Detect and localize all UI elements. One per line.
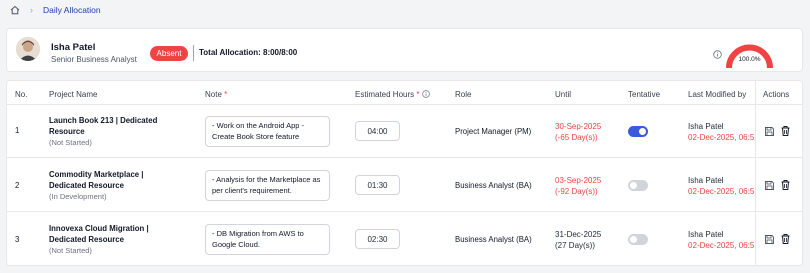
col-role: Role — [455, 90, 472, 99]
trash-icon[interactable] — [780, 125, 791, 136]
tentative-toggle[interactable] — [628, 234, 648, 245]
chevron-right-icon: › — [30, 5, 33, 15]
row-number: 3 — [15, 235, 20, 244]
last-modified: Isha Patel 02-Dec-2025, 06:5 — [688, 229, 754, 251]
until-days: (-65 Day(s)) — [555, 133, 598, 142]
divider — [755, 81, 756, 265]
status-badge: Absent — [150, 46, 188, 61]
note-field[interactable]: - Analysis for the Marketplace as per cl… — [205, 170, 330, 201]
divider — [193, 45, 194, 61]
last-modified: Isha Patel 02-Dec-2025, 06:5 — [688, 121, 754, 143]
info-icon[interactable] — [422, 90, 430, 100]
trash-icon[interactable] — [780, 233, 791, 244]
modified-by: Isha Patel — [688, 230, 724, 239]
col-actions: Actions — [763, 90, 790, 99]
row-number: 2 — [15, 181, 20, 190]
modified-by: Isha Patel — [688, 176, 724, 185]
role-label: Project Manager (PM) — [455, 127, 532, 136]
employee-name: Isha Patel — [51, 42, 96, 53]
divider — [7, 211, 802, 212]
project-name: Launch Book 213 | Dedicated Resource — [49, 116, 158, 136]
home-icon[interactable] — [10, 5, 20, 15]
until-date: 03-Sep-2025 (-92 Day(s)) — [555, 175, 601, 197]
divider — [756, 104, 802, 105]
project-name: Innovexa Cloud Migration | Dedicated Res… — [49, 224, 149, 244]
col-project-name: Project Name — [49, 90, 98, 99]
until-date-text: 31-Dec-2025 — [555, 230, 602, 239]
role-label: Business Analyst (BA) — [455, 235, 532, 244]
modified-date: 02-Dec-2025, 06:5 — [688, 187, 755, 196]
modified-date: 02-Dec-2025, 06:5 — [688, 241, 755, 250]
trash-icon[interactable] — [780, 179, 791, 190]
project-status: (Not Started) — [49, 138, 92, 147]
last-modified: Isha Patel 02-Dec-2025, 06:5 — [688, 175, 754, 197]
col-tentative: Tentative — [628, 90, 661, 99]
tentative-toggle[interactable] — [628, 126, 648, 137]
hours-input[interactable]: 04:00 — [355, 121, 400, 141]
avatar — [16, 37, 40, 61]
row-number: 1 — [15, 126, 20, 135]
tentative-toggle[interactable] — [628, 180, 648, 191]
project-status: (In Development) — [49, 192, 107, 201]
modified-by: Isha Patel — [688, 122, 724, 131]
breadcrumb-current[interactable]: Daily Allocation — [43, 5, 101, 15]
project-status: (Not Started) — [49, 246, 92, 255]
divider — [7, 104, 802, 105]
until-date: 30-Sep-2025 (-65 Day(s)) — [555, 121, 601, 143]
save-icon[interactable] — [764, 180, 775, 191]
total-allocation: Total Allocation: 8:00/8:00 — [199, 48, 298, 57]
col-until: Until — [555, 90, 572, 99]
divider — [756, 211, 802, 212]
modified-date: 02-Dec-2025, 06:5 — [688, 133, 755, 142]
allocation-gauge — [726, 44, 773, 69]
until-date-text: 30-Sep-2025 — [555, 122, 602, 131]
allocation-table: No. Project Name Note * Estimated Hours … — [6, 80, 803, 266]
breadcrumb: › Daily Allocation — [0, 0, 810, 20]
gauge-percent: 100.0% — [738, 56, 761, 63]
col-hours-label: Estimated Hours — [355, 90, 415, 99]
col-no: No. — [15, 90, 28, 99]
col-note-label: Note — [205, 90, 222, 99]
until-date: 31-Dec-2025 (27 Day(s)) — [555, 229, 601, 251]
project-name: Commodity Marketplace | Dedicated Resour… — [49, 170, 144, 190]
employee-role: Senior Business Analyst — [51, 55, 137, 64]
until-days: (-92 Day(s)) — [555, 187, 598, 196]
role-label: Business Analyst (BA) — [455, 181, 532, 190]
until-days: (27 Day(s)) — [555, 241, 596, 250]
note-field[interactable]: - Work on the Android App - Create Book … — [205, 116, 330, 147]
until-date-text: 03-Sep-2025 — [555, 176, 602, 185]
col-note: Note * — [205, 90, 228, 99]
info-icon[interactable] — [713, 46, 722, 64]
save-icon[interactable] — [764, 126, 775, 137]
divider — [7, 157, 802, 158]
hours-input[interactable]: 01:30 — [355, 175, 400, 195]
save-icon[interactable] — [764, 234, 775, 245]
col-last-modified: Last Modified by — [688, 90, 747, 99]
note-field[interactable]: - DB Migration from AWS to Google Cloud. — [205, 224, 330, 255]
divider — [756, 157, 802, 158]
hours-input[interactable]: 02:30 — [355, 229, 400, 249]
col-estimated-hours: Estimated Hours * — [355, 90, 430, 100]
employee-summary-card: Isha Patel Senior Business Analyst Absen… — [6, 28, 803, 72]
